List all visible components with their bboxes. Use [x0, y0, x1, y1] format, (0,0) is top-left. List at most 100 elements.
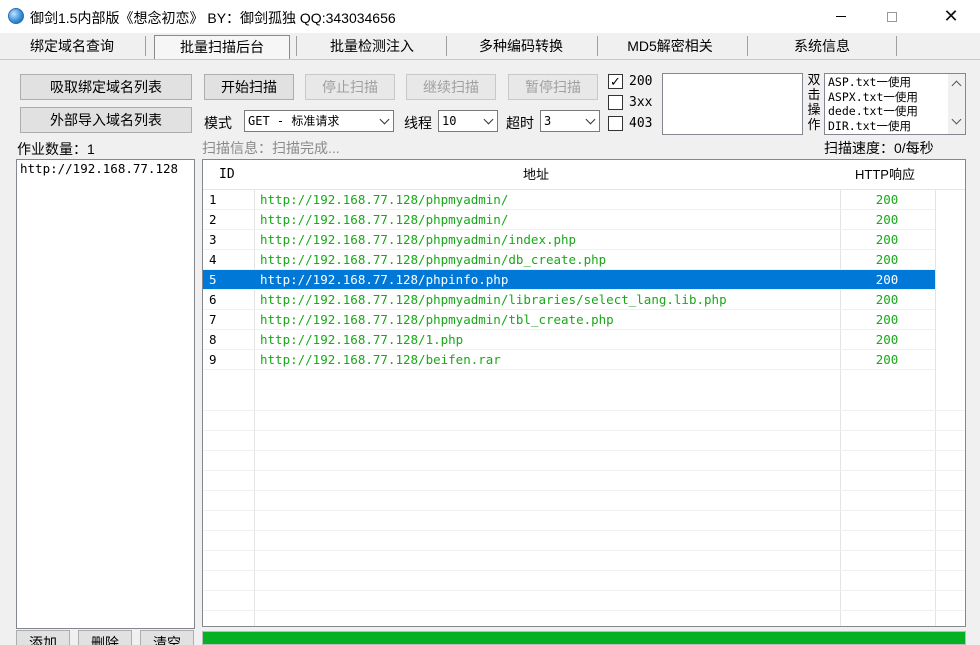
row-code: 200	[875, 292, 899, 307]
tab-bind-domain[interactable]: 绑定域名查询	[6, 33, 138, 59]
row-id: 6	[209, 292, 217, 307]
table-row[interactable]: 4 http://192.168.77.128/phpmyadmin/db_cr…	[203, 250, 935, 270]
row-code: 200	[875, 232, 899, 247]
mode-select-value: GET - 标准请求	[248, 114, 340, 128]
start-scan-button[interactable]: 开始扫描	[204, 74, 294, 100]
filter-403-checkbox[interactable]	[608, 116, 623, 131]
table-row[interactable]: 9 http://192.168.77.128/beifen.rar 200	[203, 350, 935, 370]
minimize-icon	[836, 16, 846, 17]
minimize-button[interactable]	[818, 0, 864, 33]
maximize-button[interactable]	[869, 0, 915, 33]
table-row[interactable]: 8 http://192.168.77.128/1.php 200	[203, 330, 935, 350]
tab-md5[interactable]: MD5解密相关	[600, 33, 740, 59]
row-url: http://192.168.77.128/beifen.rar	[260, 352, 501, 367]
row-code: 200	[875, 252, 899, 267]
empty-row-line	[203, 490, 965, 491]
thread-select-value: 10	[442, 114, 457, 128]
dictionary-scrollbar[interactable]	[948, 74, 965, 134]
filter-3xx-checkbox[interactable]	[608, 95, 623, 110]
scroll-up-icon[interactable]	[951, 80, 962, 91]
thread-select[interactable]: 10	[438, 110, 498, 132]
clear-domains-button[interactable]: 清空	[140, 630, 194, 645]
maximize-icon	[887, 11, 897, 22]
scroll-down-icon[interactable]	[951, 114, 962, 125]
thread-label: 线程	[404, 115, 432, 131]
delete-domain-button[interactable]: 删除	[78, 630, 132, 645]
row-url: http://192.168.77.128/phpinfo.php	[260, 272, 509, 287]
dictionary-item[interactable]: dede.txt一使用	[828, 104, 948, 119]
scan-speed-text: 扫描速度：0/每秒	[824, 140, 934, 156]
scan-info-text: 扫描信息：扫描完成...	[202, 140, 340, 156]
row-id: 8	[209, 332, 217, 347]
header-url[interactable]: 地址	[523, 160, 549, 190]
hint-char: 双	[807, 72, 821, 87]
app-globe-icon	[8, 8, 24, 24]
close-icon: ✕	[943, 5, 959, 27]
row-url: http://192.168.77.128/phpmyadmin/db_crea…	[260, 252, 607, 267]
chevron-down-icon	[483, 114, 494, 125]
row-id: 7	[209, 312, 217, 327]
tab-batch-inject[interactable]: 批量检测注入	[302, 33, 442, 59]
tab-strip: 绑定域名查询 批量扫描后台 批量检测注入 多种编码转换 MD5解密相关 系统信息	[0, 33, 980, 60]
row-code: 200	[875, 212, 899, 227]
scan-panel: 吸取绑定域名列表 外部导入域名列表 作业数量：1 http://192.168.…	[0, 60, 980, 645]
tab-batch-scan[interactable]: 批量扫描后台	[154, 35, 290, 59]
row-code: 200	[875, 192, 899, 207]
header-id[interactable]: ID	[219, 160, 235, 190]
add-domain-button[interactable]: 添加	[16, 630, 70, 645]
empty-row-line	[203, 410, 965, 411]
stop-scan-button[interactable]: 停止扫描	[305, 74, 395, 100]
chevron-down-icon	[379, 114, 390, 125]
dictionary-item[interactable]: DIR.txt一使用	[828, 119, 948, 134]
dictionary-item[interactable]: ASPX.txt一使用	[828, 90, 948, 105]
fetch-bound-domains-button[interactable]: 吸取绑定域名列表	[20, 74, 192, 100]
hint-char: 击	[807, 87, 821, 102]
dictionary-list[interactable]: ASP.txt一使用 ASPX.txt一使用 dede.txt一使用 DIR.t…	[824, 73, 966, 135]
table-row[interactable]: 7 http://192.168.77.128/phpmyadmin/tbl_c…	[203, 310, 935, 330]
empty-row-line	[203, 510, 965, 511]
window-title: 御剑1.5内部版《想念初恋》 BY：御剑孤独 QQ:343034656	[30, 10, 396, 26]
empty-row-line	[203, 450, 965, 451]
row-code: 200	[875, 332, 899, 347]
checkmark-icon: ✓	[610, 74, 621, 89]
row-url: http://192.168.77.128/1.php	[260, 332, 464, 347]
filter-3xx-label: 3xx	[629, 95, 653, 110]
chevron-down-icon	[585, 114, 596, 125]
table-row[interactable]: 2 http://192.168.77.128/phpmyadmin/ 200	[203, 210, 935, 230]
empty-row-line	[203, 550, 965, 551]
pause-scan-button[interactable]: 暂停扫描	[508, 74, 598, 100]
row-id: 2	[209, 212, 217, 227]
results-table[interactable]: ID 地址 HTTP响应 1 http://192.168.77.128/php…	[202, 159, 966, 627]
timeout-select[interactable]: 3	[540, 110, 600, 132]
filter-200-checkbox[interactable]: ✓	[608, 74, 623, 89]
tab-encoding[interactable]: 多种编码转换	[450, 33, 592, 59]
row-id: 9	[209, 352, 217, 367]
tab-system-info[interactable]: 系统信息	[752, 33, 892, 59]
tab-separator	[145, 36, 146, 56]
continue-scan-button[interactable]: 继续扫描	[406, 74, 496, 100]
title-bar: 御剑1.5内部版《想念初恋》 BY：御剑孤独 QQ:343034656 ✕	[0, 0, 980, 33]
table-row-selected[interactable]: 5 http://192.168.77.128/phpinfo.php 200	[203, 270, 935, 290]
table-row[interactable]: 3 http://192.168.77.128/phpmyadmin/index…	[203, 230, 935, 250]
table-row[interactable]: 6 http://192.168.77.128/phpmyadmin/libra…	[203, 290, 935, 310]
mode-select[interactable]: GET - 标准请求	[244, 110, 394, 132]
dictionary-item[interactable]: ASP.txt一使用	[828, 75, 948, 90]
tab-separator	[747, 36, 748, 56]
scan-progress-bar	[202, 631, 966, 645]
row-id: 4	[209, 252, 217, 267]
mode-label: 模式	[204, 115, 232, 131]
row-id: 5	[209, 272, 217, 287]
import-domains-button[interactable]: 外部导入域名列表	[20, 107, 192, 133]
empty-row-line	[203, 530, 965, 531]
table-row[interactable]: 1 http://192.168.77.128/phpmyadmin/ 200	[203, 190, 935, 210]
double-click-hint: 双 击 操 作	[806, 72, 822, 132]
row-url: http://192.168.77.128/phpmyadmin/librari…	[260, 292, 727, 307]
domain-list[interactable]: http://192.168.77.128	[16, 159, 195, 629]
hint-char: 作	[807, 117, 821, 132]
close-button[interactable]: ✕	[928, 0, 974, 33]
domain-list-item[interactable]: http://192.168.77.128	[20, 161, 178, 176]
timeout-select-value: 3	[544, 114, 552, 128]
header-http-code[interactable]: HTTP响应	[855, 160, 915, 190]
progress-fill	[203, 632, 965, 644]
custom-dict-textarea[interactable]	[662, 73, 803, 135]
